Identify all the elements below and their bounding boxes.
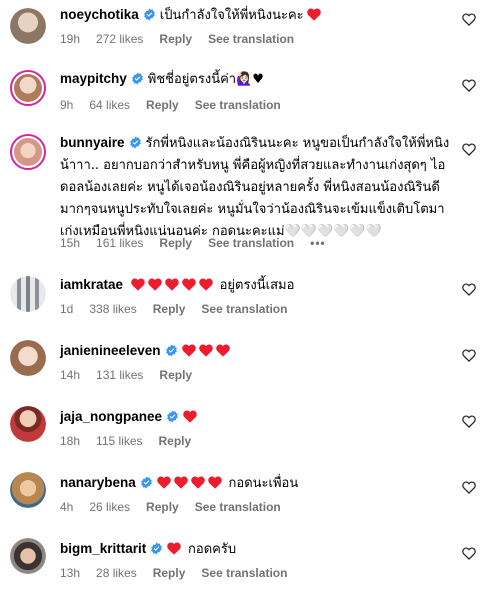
like-heart-icon[interactable] (462, 13, 476, 26)
comment-text: เป็นกำลังใจให้พี่หนิงนะคะ (159, 8, 304, 23)
likes-count[interactable]: 115 likes (96, 434, 142, 448)
username[interactable]: iamkratae (60, 277, 123, 292)
avatar[interactable] (10, 340, 46, 376)
see-translation-button[interactable]: See translation (201, 566, 287, 580)
red-heart-emoji-icon (174, 476, 188, 489)
likes-count[interactable]: 161 likes (96, 236, 143, 250)
comment-time: 9h (60, 98, 74, 112)
reply-button[interactable]: Reply (159, 32, 192, 46)
verified-badge-icon (140, 476, 152, 489)
red-heart-emoji-icon (307, 8, 322, 21)
like-heart-icon[interactable] (462, 283, 476, 296)
red-heart-emoji-icon (191, 476, 205, 489)
comment-time: 13h (60, 566, 81, 580)
avatar[interactable] (10, 472, 46, 508)
verified-badge-icon (165, 344, 177, 357)
verified-badge-icon (167, 410, 178, 423)
comment-text: กอดนะเพื่อน (228, 476, 299, 491)
avatar-image (10, 276, 46, 312)
avatar-image (10, 8, 46, 44)
reply-button[interactable]: Reply (153, 566, 186, 580)
verified-badge-icon (143, 8, 155, 21)
avatar[interactable] (10, 8, 46, 44)
verified-badge-icon (129, 136, 141, 149)
red-heart-emoji-icon (183, 410, 197, 423)
comment-text: พิชชี่อยู่ตรงนี้ค่า🙋🏻‍♀️♥ (147, 72, 264, 87)
username[interactable]: janienineeleven (60, 343, 161, 358)
username[interactable]: noeychotika (60, 7, 139, 22)
comment-time: 19h (60, 32, 81, 46)
avatar-image (10, 406, 46, 442)
avatar[interactable] (10, 70, 46, 106)
like-heart-icon[interactable] (462, 547, 476, 560)
red-heart-emoji-icon (182, 278, 196, 291)
username[interactable]: nanarybena (60, 475, 136, 490)
reply-button[interactable]: Reply (146, 500, 179, 514)
likes-count[interactable]: 26 likes (89, 500, 130, 514)
verified-badge-icon (151, 542, 163, 555)
reply-button[interactable]: Reply (159, 434, 192, 448)
likes-count[interactable]: 28 likes (96, 566, 137, 580)
red-heart-emoji-icon (199, 278, 213, 291)
more-options-button[interactable]: ••• (310, 236, 326, 250)
avatar[interactable] (10, 538, 46, 574)
avatar[interactable] (10, 276, 46, 312)
username[interactable]: bigm_krittarit (60, 541, 146, 556)
avatar-image (14, 138, 42, 166)
comment-text: อยู่ตรงนี้เสมอ (219, 278, 295, 293)
red-heart-emoji-icon (181, 344, 196, 357)
avatar[interactable] (10, 406, 46, 442)
avatar-image (10, 538, 46, 574)
red-heart-emoji-icon (198, 344, 213, 357)
comment-time: 18h (60, 434, 81, 448)
see-translation-button[interactable]: See translation (195, 98, 281, 112)
red-heart-emoji-icon (148, 278, 162, 291)
likes-count[interactable]: 338 likes (89, 302, 136, 316)
username[interactable]: bunnyaire (60, 135, 125, 150)
avatar-image (10, 340, 46, 376)
comment-text: กอดครับ (188, 542, 237, 557)
like-heart-icon[interactable] (462, 481, 476, 494)
reply-button[interactable]: Reply (153, 302, 186, 316)
verified-badge-icon (131, 72, 143, 85)
like-heart-icon[interactable] (462, 79, 476, 92)
comment-time: 15h (60, 236, 81, 250)
like-heart-icon[interactable] (462, 349, 476, 362)
reply-button[interactable]: Reply (146, 98, 179, 112)
avatar-image (10, 472, 46, 508)
red-heart-emoji-icon (208, 476, 222, 489)
comment-time: 4h (60, 500, 74, 514)
red-heart-emoji-icon (167, 542, 182, 555)
comment-text: รักพี่หนิงและน้องณิรินนะคะ หนูขอเป็นกำลั… (60, 136, 450, 239)
see-translation-button[interactable]: See translation (208, 32, 294, 46)
see-translation-button[interactable]: See translation (195, 500, 281, 514)
red-heart-emoji-icon (157, 476, 171, 489)
red-heart-emoji-icon (131, 278, 145, 291)
avatar[interactable] (10, 134, 46, 170)
comment-time: 1d (60, 302, 74, 316)
username[interactable]: maypitchy (60, 71, 127, 86)
like-heart-icon[interactable] (462, 143, 476, 156)
username[interactable]: jaja_nongpanee (60, 409, 162, 424)
likes-count[interactable]: 131 likes (96, 368, 143, 382)
see-translation-button[interactable]: See translation (201, 302, 287, 316)
avatar-image (14, 74, 42, 102)
comment-time: 14h (60, 368, 81, 382)
likes-count[interactable]: 272 likes (96, 32, 143, 46)
reply-button[interactable]: Reply (159, 236, 192, 250)
see-translation-button[interactable]: See translation (208, 236, 294, 250)
likes-count[interactable]: 64 likes (89, 98, 130, 112)
red-heart-emoji-icon (215, 344, 230, 357)
reply-button[interactable]: Reply (159, 368, 192, 382)
red-heart-emoji-icon (165, 278, 179, 291)
like-heart-icon[interactable] (462, 415, 476, 428)
